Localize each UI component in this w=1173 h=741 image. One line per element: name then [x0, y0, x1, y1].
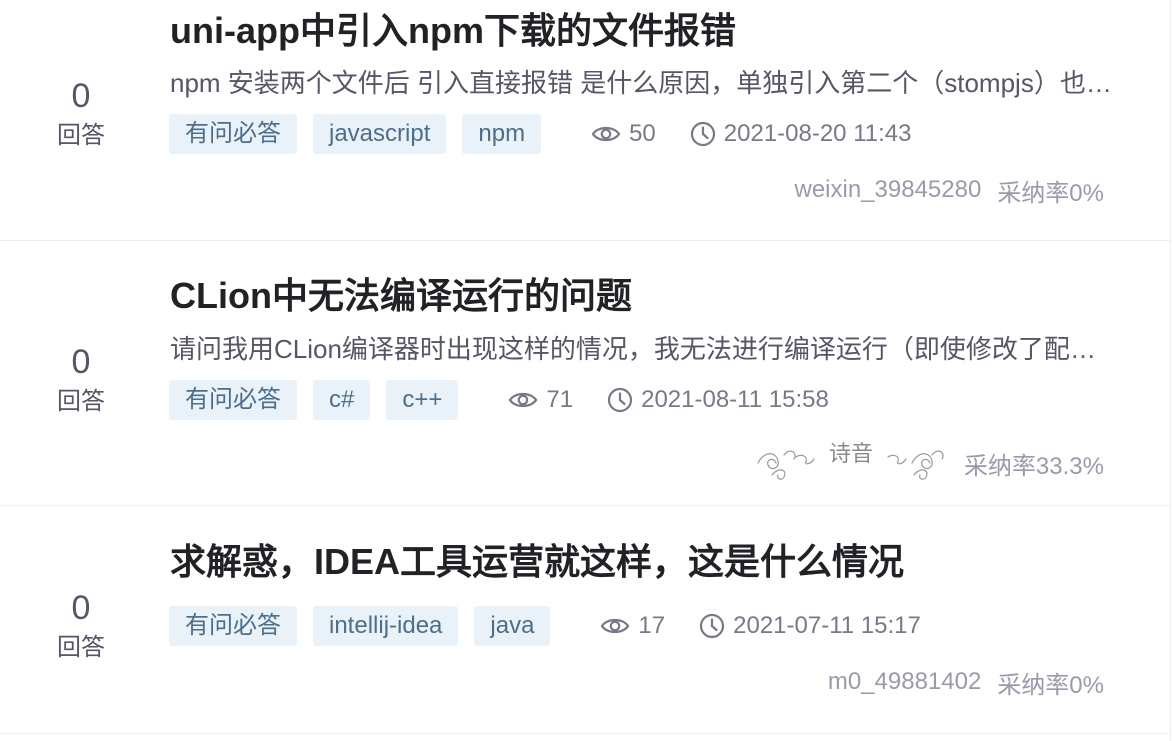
tag-javascript[interactable]: javascript [313, 114, 447, 154]
question-title[interactable]: uni-app中引入npm下载的文件报错 [170, 9, 736, 53]
post-time-value: 2021-08-11 15:58 [641, 386, 829, 413]
eye-icon [601, 618, 630, 634]
question-meta: 有问必答 c# c++ 71 2021-08-11 15:58 [169, 380, 829, 420]
eye-icon [509, 392, 538, 408]
author-name[interactable]: weixin_39845280 [794, 176, 981, 204]
question-list: 0 回答 uni-app中引入npm下载的文件报错 npm 安装两个文件后 引入… [0, 0, 1171, 741]
view-count: 17 [600, 612, 665, 640]
post-time: 2021-07-11 15:17 [699, 612, 921, 640]
post-time: 2021-08-20 11:43 [690, 120, 912, 148]
signature-text: 诗音 [829, 442, 873, 467]
answer-count: 0 [71, 343, 91, 381]
clock-icon [690, 121, 715, 147]
tag-npm[interactable]: npm [462, 114, 542, 154]
post-time-value: 2021-08-20 11:43 [723, 120, 912, 147]
author-name[interactable]: m0_49881402 [828, 668, 981, 696]
view-count: 71 [508, 386, 573, 414]
clock-icon [607, 387, 633, 413]
question-footer: 诗音 采纳率33.3% [754, 438, 1104, 488]
accept-rate: 采纳率0% [997, 179, 1104, 207]
view-count: 50 [591, 120, 656, 148]
question-meta: 有问必答 intellij-idea java 17 2021-07-11 15… [169, 606, 921, 646]
answer-label: 回答 [57, 388, 105, 415]
tag-youwenbida[interactable]: 有问必答 [169, 114, 297, 154]
answer-count-box: 0 回答 [40, 342, 122, 416]
signature-image: 诗音 [757, 442, 944, 480]
answer-count: 0 [71, 589, 91, 627]
answer-count: 0 [71, 77, 91, 115]
tag-youwenbida[interactable]: 有问必答 [169, 380, 297, 420]
tag-youwenbida[interactable]: 有问必答 [169, 606, 297, 646]
question-meta: 有问必答 javascript npm 50 2021-08-20 11:43 [169, 114, 911, 154]
question-item: 0 回答 求解惑，IDEA工具运营就这样，这是什么情况 有问必答 intelli… [0, 506, 1170, 734]
question-item: 0 回答 uni-app中引入npm下载的文件报错 npm 安装两个文件后 引入… [0, 0, 1170, 241]
accept-rate: 采纳率33.3% [963, 452, 1104, 480]
tag-csharp[interactable]: c# [313, 380, 371, 420]
author-signature[interactable]: 诗音 [754, 435, 948, 492]
answer-count-box: 0 回答 [40, 588, 122, 662]
answer-label: 回答 [57, 122, 105, 149]
accept-rate: 采纳率0% [997, 671, 1104, 699]
question-item: 0 回答 CLion中无法编译运行的问题 请问我用CLion编译器时出现这样的情… [0, 241, 1170, 506]
answer-label: 回答 [57, 634, 105, 661]
view-count-value: 17 [638, 612, 666, 639]
clock-icon [700, 613, 725, 639]
answer-count-box: 0 回答 [40, 76, 122, 150]
post-time-value: 2021-07-11 15:17 [733, 612, 921, 639]
eye-icon [591, 126, 621, 142]
tag-java[interactable]: java [474, 606, 551, 646]
post-time: 2021-08-11 15:58 [607, 386, 829, 414]
tag-cpp[interactable]: c++ [386, 380, 459, 420]
question-description[interactable]: npm 安装两个文件后 引入直接报错 是什么原因，单独引入第二个（stompjs… [170, 66, 1112, 100]
question-title[interactable]: CLion中无法编译运行的问题 [170, 274, 632, 318]
question-footer: m0_49881402 采纳率0% [828, 666, 1104, 699]
view-count-value: 71 [546, 386, 574, 413]
question-footer: weixin_39845280 采纳率0% [794, 174, 1104, 207]
question-description[interactable]: 请问我用CLion编译器时出现这样的情况，我无法进行编译运行（即使修改了配置） [170, 332, 1112, 366]
view-count-value: 50 [629, 120, 656, 147]
tag-intellij-idea[interactable]: intellij-idea [313, 606, 459, 646]
question-title[interactable]: 求解惑，IDEA工具运营就这样，这是什么情况 [170, 540, 904, 584]
